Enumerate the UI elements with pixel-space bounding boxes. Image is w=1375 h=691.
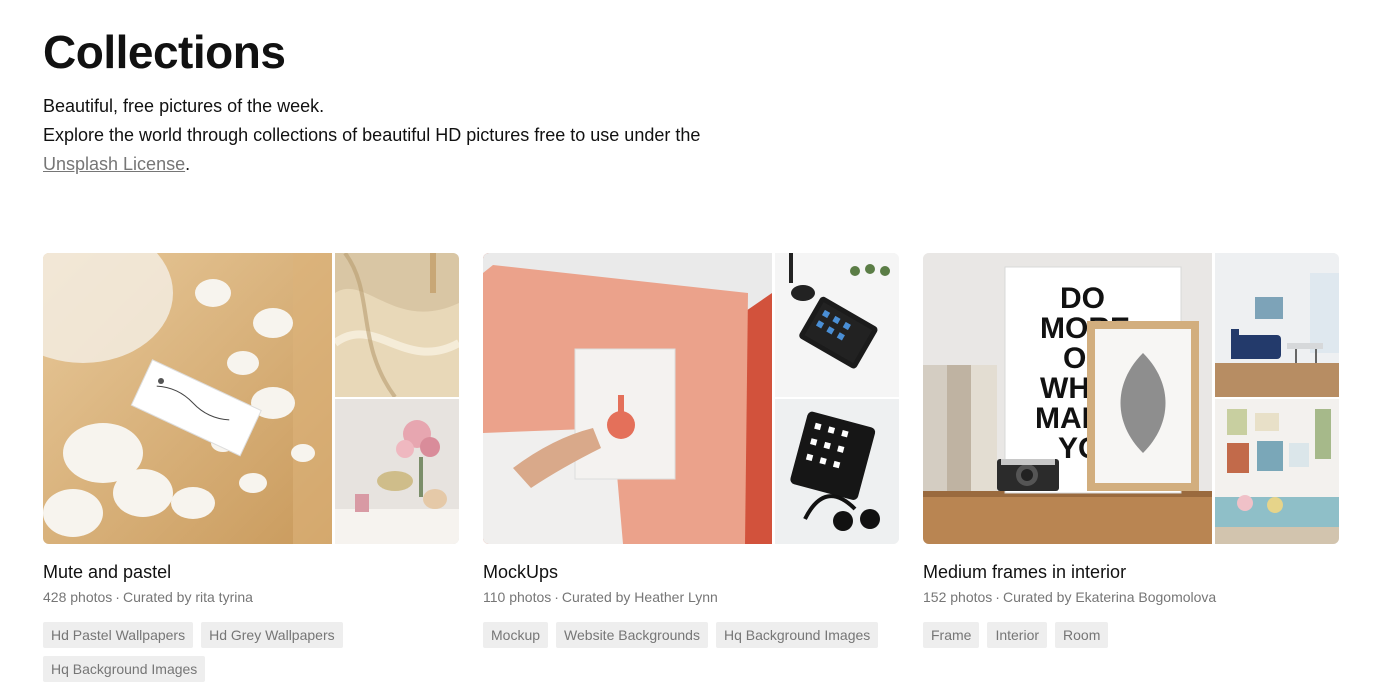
collection-main-image[interactable] xyxy=(483,253,772,544)
page-intro: Beautiful, free pictures of the week. Ex… xyxy=(43,92,723,179)
collection-main-image[interactable]: DO MORE OF WHAT MAKES YOU xyxy=(923,253,1212,544)
gallery-wall-photo xyxy=(1215,399,1339,544)
tag-chip[interactable]: Frame xyxy=(923,622,980,648)
collection-tags: Hd Pastel Wallpapers Hd Grey Wallpapers … xyxy=(43,622,459,682)
collection-tags: Mockup Website Backgrounds Hq Background… xyxy=(483,622,899,648)
tag-chip[interactable]: Interior xyxy=(987,622,1048,648)
tablet-headphones-photo xyxy=(775,399,899,544)
collection-bottom-right-image[interactable] xyxy=(335,399,459,544)
collection-top-right-image[interactable] xyxy=(335,253,459,397)
meta-separator: · xyxy=(115,589,120,605)
collections-grid: Mute and pastel 428 photos · Curated by ri… xyxy=(43,253,1339,682)
curator[interactable]: Curated by rita tyrina xyxy=(123,589,253,605)
frames-shelf-photo: DO MORE OF WHAT MAKES YOU xyxy=(923,253,1212,544)
collection-meta: 428 photos · Curated by rita tyrina xyxy=(43,587,459,607)
collection-image-mosaic[interactable]: DO MORE OF WHAT MAKES YOU xyxy=(923,253,1339,544)
collection-card-medium-frames: DO MORE OF WHAT MAKES YOU xyxy=(923,253,1339,682)
tag-chip[interactable]: Room xyxy=(1055,622,1109,648)
collection-bottom-right-image[interactable] xyxy=(1215,399,1339,544)
intro-period: . xyxy=(185,154,191,174)
intro-text: Explore the world through collections of… xyxy=(43,125,701,145)
photo-count: 428 photos xyxy=(43,589,113,605)
photo-count: 152 photos xyxy=(923,589,993,605)
living-room-photo xyxy=(1215,253,1339,397)
meta-separator: · xyxy=(995,589,1000,605)
tag-chip[interactable]: Website Backgrounds xyxy=(556,622,708,648)
mockup-frame-photo xyxy=(483,253,772,544)
collection-card-mute-and-pastel: Mute and pastel 428 photos · Curated by ri… xyxy=(43,253,459,682)
poster-text: DO xyxy=(1060,282,1105,315)
mosaic-divider xyxy=(1215,397,1339,399)
collection-top-right-image[interactable] xyxy=(775,253,899,397)
curator[interactable]: Curated by Heather Lynn xyxy=(562,589,718,605)
collection-top-right-image[interactable] xyxy=(1215,253,1339,397)
flowers-tea-photo xyxy=(335,399,459,544)
collection-bottom-right-image[interactable] xyxy=(775,399,899,544)
collection-tags: Frame Interior Room xyxy=(923,622,1339,648)
collection-title[interactable]: MockUps xyxy=(483,561,899,583)
petals-jar-photo xyxy=(43,253,332,544)
intro-line-1: Beautiful, free pictures of the week. xyxy=(43,96,325,116)
mosaic-divider xyxy=(335,397,459,399)
collection-title[interactable]: Medium frames in interior xyxy=(923,561,1339,583)
intro-line-2: Explore the world through collections of… xyxy=(43,121,723,179)
page-header: Collections Beautiful, free pictures of … xyxy=(43,24,723,179)
collection-meta: 152 photos · Curated by Ekaterina Bogomolo… xyxy=(923,587,1339,607)
tag-chip[interactable]: Hd Pastel Wallpapers xyxy=(43,622,194,648)
collections-page: Collections Beautiful, free pictures of … xyxy=(0,0,1375,691)
silk-fabric-photo xyxy=(335,253,459,397)
collection-title[interactable]: Mute and pastel xyxy=(43,561,459,583)
tablet-desk-photo xyxy=(775,253,899,397)
collection-image-mosaic[interactable] xyxy=(483,253,899,544)
collection-meta: 110 photos · Curated by Heather Lynn xyxy=(483,587,899,607)
page-title: Collections xyxy=(43,26,286,78)
curator[interactable]: Curated by Ekaterina Bogomolova xyxy=(1003,589,1216,605)
collection-card-mockups: MockUps 110 photos · Curated by Heather Ly… xyxy=(483,253,899,682)
tag-chip[interactable]: Hq Background Images xyxy=(43,656,206,682)
tag-chip[interactable]: Hq Background Images xyxy=(715,622,879,648)
tag-chip[interactable]: Hd Grey Wallpapers xyxy=(201,622,343,648)
unsplash-license-link[interactable]: Unsplash License xyxy=(43,154,185,174)
mosaic-divider xyxy=(775,397,899,399)
tag-chip[interactable]: Mockup xyxy=(483,622,549,648)
meta-separator: · xyxy=(554,589,559,605)
photo-count: 110 photos xyxy=(483,589,552,605)
collection-image-mosaic[interactable] xyxy=(43,253,459,544)
collection-main-image[interactable] xyxy=(43,253,332,544)
